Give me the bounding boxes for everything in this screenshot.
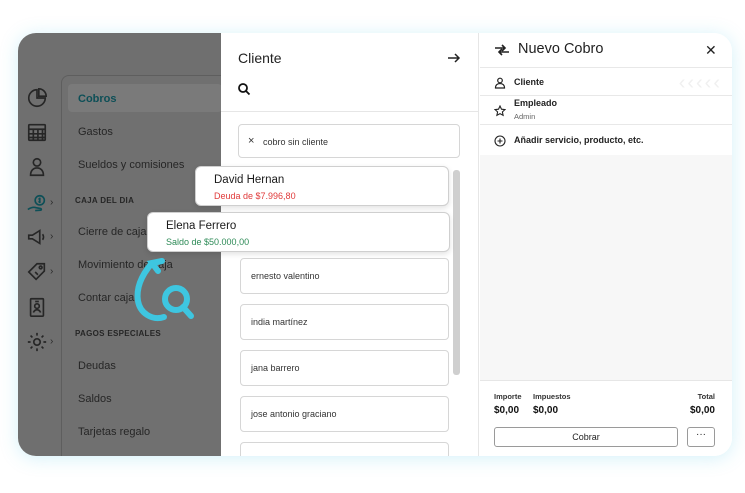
importe-value: $0,00 [494,405,520,416]
cash-hand-icon[interactable] [26,193,48,215]
client-label: Cliente [514,77,545,87]
price-tag-icon[interactable] [26,261,48,283]
submenu-item-contar[interactable]: Contar caja [78,292,134,304]
client-row[interactable]: jana barrero [240,350,449,386]
pie-chart-icon[interactable] [26,87,48,109]
divider [221,111,479,112]
scrollbar[interactable] [453,170,460,375]
chevron-right-icon: › [50,231,54,242]
charge-button[interactable]: Cobrar [494,427,678,447]
megaphone-icon[interactable] [26,226,48,248]
submenu-item-tarjetas[interactable]: Tarjetas regalo [78,426,150,438]
search-icon[interactable] [237,82,251,96]
arrow-right-icon[interactable] [446,50,462,66]
employee-selector[interactable]: Empleado Admin [480,96,732,125]
chevron-right-icon: › [50,336,54,347]
employee-value: Admin [514,112,536,121]
client-row[interactable]: jose antonio graciano [240,396,449,432]
chevron-right-icon: › [50,266,54,277]
client-card-name: David Hernan [214,174,285,186]
client-card-name: Elena Ferrero [166,220,237,232]
user-icon[interactable] [26,156,48,178]
chevron-pattern: ‹‹‹‹‹ [678,72,722,94]
id-badge-icon[interactable] [26,296,48,318]
section-heading-caja: CAJA DEL DIA [75,196,135,205]
brand-logo-icon [128,253,198,328]
user-icon [494,76,506,89]
client-card-debt-amount: Deuda de $7.996,80 [214,191,296,201]
client-card-balance-amount: Saldo de $50.000,00 [166,237,250,247]
star-icon [493,104,507,117]
client-row[interactable] [240,442,449,456]
section-heading-pagos: PAGOS ESPECIALES [75,329,162,338]
client-name: india martínez [251,317,308,327]
no-client-label: cobro sin cliente [263,137,329,147]
close-icon[interactable]: ✕ [705,42,717,59]
gear-icon[interactable] [26,331,48,353]
client-name: ernesto valentino [251,271,320,281]
submenu-item-saldos[interactable]: Saldos [78,393,112,405]
client-selector[interactable]: Cliente ‹‹‹‹‹ [480,67,732,96]
icon-sidebar: › › › › [18,33,60,456]
submenu-item-gastos[interactable]: Gastos [78,126,113,138]
impuestos-label: Impuestos [533,392,571,401]
close-icon: × [248,135,255,147]
client-row[interactable]: india martínez [240,304,449,340]
employee-label: Empleado [514,98,558,108]
calendar-icon[interactable] [26,121,48,143]
add-item-label: Añadir servicio, producto, etc. [514,135,644,145]
exchange-arrows-icon [494,43,510,57]
impuestos-value: $0,00 [533,405,559,416]
client-name: jana barrero [251,363,300,373]
client-card-debt[interactable]: David Hernan Deuda de $7.996,80 [195,166,449,206]
client-row[interactable]: ernesto valentino [240,258,449,294]
submenu-item-deudas[interactable]: Deudas [78,360,116,372]
total-label: Total [697,392,715,401]
client-panel-title: Cliente [238,50,282,66]
new-sale-header: Nuevo Cobro ✕ [480,33,732,67]
no-client-option[interactable]: × cobro sin cliente [238,124,460,158]
more-options-button[interactable]: ··· [687,427,715,447]
totals-footer: Importe $0,00 Impuestos $0,00 Total $0,0… [480,380,732,456]
chevron-right-icon: › [50,197,54,208]
importe-label: Importe [494,392,522,401]
add-item-row[interactable]: Añadir servicio, producto, etc. [480,125,732,155]
submenu-item-sueldos[interactable]: Sueldos y comisiones [78,159,184,171]
client-card-balance[interactable]: Elena Ferrero Saldo de $50.000,00 [147,212,450,252]
new-sale-title: Nuevo Cobro [518,41,604,57]
total-value: $0,00 [689,405,715,416]
submenu-item-cierre[interactable]: Cierre de caja [78,226,146,238]
client-name: jose antonio graciano [251,409,337,419]
submenu-item-cobros[interactable]: Cobros [78,93,117,105]
app-window: › › › › Cobros Gastos Sueldos y comision… [18,33,732,456]
sale-items-area [480,155,732,380]
new-sale-panel: Nuevo Cobro ✕ Cliente ‹‹‹‹‹ Empleado Adm… [480,33,732,456]
plus-circle-icon [494,134,506,147]
